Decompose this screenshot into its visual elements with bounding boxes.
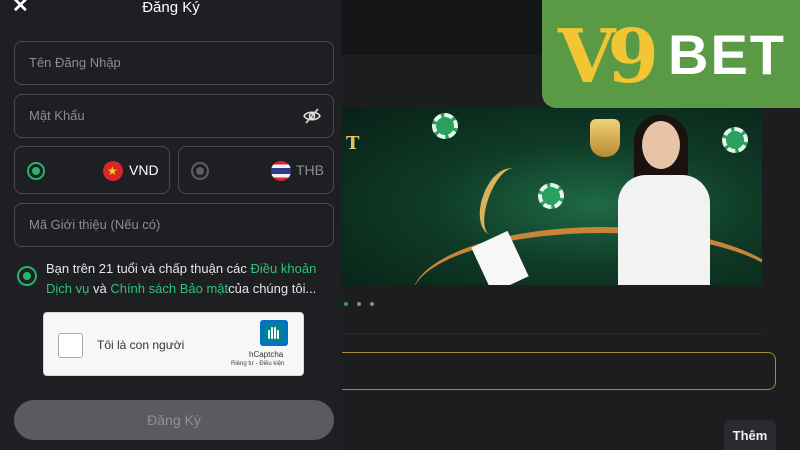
register-modal: Đăng Ký ✕ Tên Đăng Nhập Mật Khẩu VND THB… bbox=[0, 0, 342, 450]
promo-banner[interactable]: T bbox=[342, 107, 762, 285]
terms-middle: và bbox=[89, 281, 111, 296]
currency-option-thb[interactable]: THB bbox=[178, 146, 334, 194]
currency-label: THB bbox=[296, 162, 324, 178]
logo-prefix: V9 bbox=[558, 14, 659, 100]
referral-placeholder: Mã Giới thiệu (Nếu có) bbox=[29, 217, 161, 232]
divider bbox=[342, 333, 762, 334]
password-placeholder: Mật Khẩu bbox=[29, 108, 85, 123]
referral-code-field[interactable]: Mã Giới thiệu (Nếu có) bbox=[14, 203, 334, 247]
hcaptcha-brand: hCaptcha bbox=[249, 350, 284, 359]
pagination-dot[interactable] bbox=[357, 302, 361, 306]
username-placeholder: Tên Đăng Nhập bbox=[29, 55, 121, 70]
hcaptcha-links[interactable]: Riêng tư - Điều kiện bbox=[231, 361, 284, 367]
brand-logo: V9 BET bbox=[542, 0, 800, 108]
hcaptcha-widget: Tôi là con người hCaptcha Riêng tư - Điề… bbox=[43, 312, 304, 376]
banner-letters: T bbox=[346, 133, 360, 154]
terms-checkbox[interactable] bbox=[17, 266, 37, 286]
close-icon[interactable]: ✕ bbox=[12, 0, 30, 16]
terms-suffix: của chúng tôi... bbox=[228, 281, 317, 296]
pagination-dot[interactable] bbox=[370, 302, 374, 306]
modal-title: Đăng Ký bbox=[142, 0, 200, 16]
page: T Thêm V9 BET Đăng Ký ✕ Tên Đăng Nhập Mậ… bbox=[0, 0, 800, 450]
banner-pagination bbox=[344, 302, 374, 306]
username-field[interactable]: Tên Đăng Nhập bbox=[14, 41, 334, 85]
banner-ribbon bbox=[471, 162, 533, 242]
captcha-checkbox[interactable] bbox=[58, 333, 83, 358]
background-input[interactable] bbox=[322, 352, 776, 390]
trophy-icon bbox=[590, 119, 620, 157]
currency-label: VND bbox=[129, 162, 159, 178]
register-button[interactable]: Đăng Ký bbox=[14, 400, 334, 440]
vietnam-flag-icon bbox=[103, 161, 123, 181]
hcaptcha-icon bbox=[260, 320, 288, 346]
eye-slash-icon[interactable] bbox=[303, 108, 321, 124]
radio-selected-icon[interactable] bbox=[27, 162, 45, 180]
logo-mark: V9 bbox=[558, 14, 668, 94]
captcha-label: Tôi là con người bbox=[97, 338, 185, 352]
terms-text: Bạn trên 21 tuổi và chấp thuận các Điều … bbox=[46, 259, 338, 299]
pagination-dot[interactable] bbox=[344, 302, 348, 306]
banner-model-face bbox=[642, 121, 680, 169]
currency-option-vnd[interactable]: VND bbox=[14, 146, 170, 194]
chip-icon bbox=[538, 183, 564, 209]
banner-model-shirt bbox=[618, 175, 710, 285]
privacy-policy-link[interactable]: Chính sách Bảo mật bbox=[110, 281, 228, 296]
logo-text: BET bbox=[668, 22, 786, 86]
terms-prefix: Bạn trên 21 tuổi và chấp thuận các bbox=[46, 261, 251, 276]
radio-unselected-icon[interactable] bbox=[191, 162, 209, 180]
chip-icon bbox=[722, 127, 748, 153]
chip-icon bbox=[432, 113, 458, 139]
thailand-flag-icon bbox=[271, 161, 291, 181]
password-field[interactable]: Mật Khẩu bbox=[14, 94, 334, 138]
more-button[interactable]: Thêm bbox=[724, 420, 776, 450]
